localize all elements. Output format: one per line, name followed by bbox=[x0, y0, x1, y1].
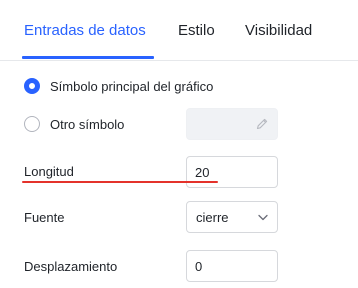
tab-style[interactable]: Estilo bbox=[178, 22, 215, 39]
main-symbol-label: Símbolo principal del gráfico bbox=[50, 78, 214, 94]
other-symbol-option[interactable]: Otro símbolo bbox=[24, 116, 124, 132]
tab-visibility[interactable]: Visibilidad bbox=[245, 22, 312, 39]
symbol-search-field bbox=[186, 108, 278, 140]
active-tab-indicator bbox=[22, 56, 154, 59]
source-select-value: cierre bbox=[196, 210, 229, 225]
length-label: Longitud bbox=[24, 164, 74, 179]
offset-label: Desplazamiento bbox=[24, 259, 118, 274]
chevron-down-icon[interactable] bbox=[258, 214, 268, 221]
length-field[interactable] bbox=[186, 156, 278, 188]
offset-field[interactable] bbox=[186, 250, 278, 282]
offset-input[interactable] bbox=[187, 251, 265, 281]
radio-unchecked[interactable] bbox=[24, 116, 40, 132]
source-label: Fuente bbox=[24, 210, 65, 225]
pencil-icon bbox=[256, 118, 268, 130]
tab-bar: Entradas de datos Estilo Visibilidad bbox=[0, 0, 358, 61]
highlight-underline bbox=[22, 181, 218, 183]
source-select[interactable]: cierre bbox=[186, 201, 278, 233]
main-symbol-option[interactable]: Símbolo principal del gráfico bbox=[24, 78, 213, 94]
other-symbol-label: Otro símbolo bbox=[50, 116, 125, 132]
radio-checked[interactable] bbox=[24, 78, 40, 94]
indicator-settings-panel: Entradas de datos Estilo Visibilidad Sím… bbox=[0, 0, 358, 288]
tab-data-inputs[interactable]: Entradas de datos bbox=[24, 22, 146, 39]
